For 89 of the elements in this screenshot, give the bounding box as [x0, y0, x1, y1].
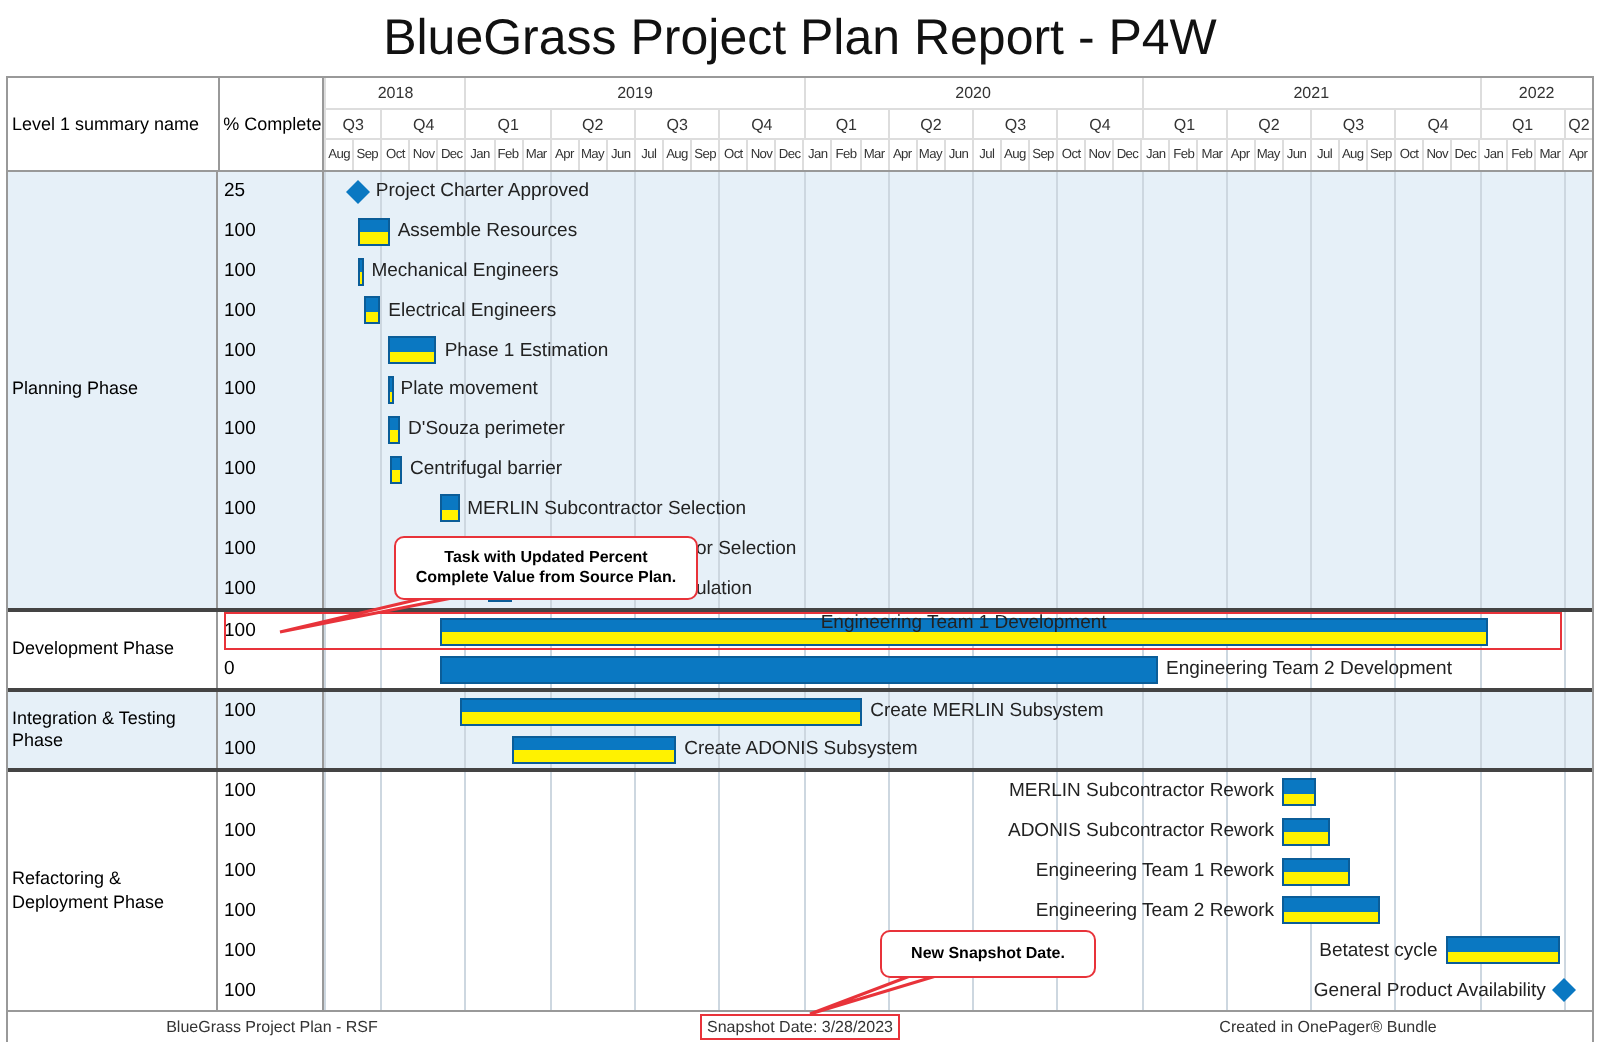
milestone-diamond-icon — [1551, 978, 1576, 1003]
phase-name: Development Phase — [12, 638, 175, 662]
percent-complete: 100 — [224, 220, 256, 243]
percent-complete: 0 — [224, 658, 235, 680]
percent-complete: 100 — [224, 299, 256, 322]
quarter-label: Q3 — [666, 115, 688, 133]
callout: New Snapshot Date. — [880, 930, 1096, 978]
percent-complete: 100 — [224, 820, 256, 843]
year-label: 2020 — [955, 83, 991, 102]
percent-complete: 100 — [224, 899, 256, 922]
percent-complete: 100 — [224, 378, 256, 401]
task-label: Create ADONIS Subsystem — [684, 736, 918, 764]
quarter-label: Q4 — [751, 115, 773, 133]
progress-stripe — [441, 510, 458, 521]
percent-complete: 100 — [224, 497, 256, 520]
percent-complete: 100 — [224, 780, 256, 803]
task-label: MERLIN Subcontractor Rework — [1009, 778, 1275, 807]
task-label: Engineering Team 2 Rework — [1035, 897, 1275, 926]
footer-text: Snapshot Date: 3/28/2023 — [699, 1014, 901, 1040]
column-header: % Complete — [223, 113, 322, 135]
callout-pointer — [808, 974, 938, 1016]
progress-stripe — [1447, 951, 1559, 963]
percent-complete: 100 — [224, 620, 256, 642]
progress-stripe — [390, 430, 399, 442]
progress-stripe — [1284, 872, 1348, 884]
task-label: Mechanical Engineers — [371, 258, 559, 287]
task-label: General Product Availability — [1313, 977, 1546, 1006]
task-label: Electrical Engineers — [388, 297, 557, 326]
quarter-label: Q1 — [1173, 115, 1196, 133]
percent-complete: 100 — [224, 418, 256, 441]
quarter-label: Q2 — [582, 115, 604, 133]
progress-stripe — [392, 470, 401, 482]
task-label: ulation — [696, 575, 752, 604]
task-label: Plate movement — [400, 376, 538, 405]
quarter-label: Q4 — [413, 115, 435, 133]
phase-name: Planning Phase — [12, 378, 139, 402]
quarter-label: Q3 — [1004, 115, 1027, 133]
task-label: Create MERLIN Subsystem — [870, 698, 1104, 726]
phase-name: Refactoring & Deployment Phase — [12, 868, 167, 914]
year-label: 2018 — [377, 83, 414, 102]
progress-stripe — [1284, 793, 1314, 804]
progress-stripe — [1284, 912, 1379, 923]
year-label: 2021 — [1293, 83, 1330, 102]
column-header: Level 1 summary name — [12, 114, 200, 134]
progress-stripe — [365, 311, 379, 323]
quarter-label: Q2 — [920, 115, 942, 133]
quarter-label: Q1 — [1511, 115, 1534, 133]
task-label: Phase 1 Estimation — [444, 337, 609, 366]
task-label: Project Charter Approved — [375, 178, 590, 207]
percent-complete: 100 — [224, 738, 256, 760]
milestone-diamond-icon — [345, 179, 370, 204]
task-label: Engineering Team 1 Rework — [1035, 858, 1275, 887]
footer-text: BlueGrass Project Plan - RSF — [164, 1016, 380, 1038]
quarter-label: Q2 — [1568, 115, 1590, 133]
percent-complete: 100 — [224, 537, 256, 560]
year-label: 2019 — [617, 83, 653, 102]
quarter-label: Q1 — [497, 115, 519, 133]
percent-complete: 100 — [224, 860, 256, 883]
quarter-label: Q3 — [342, 115, 364, 133]
progress-stripe — [390, 351, 435, 363]
task-label: Engineering Team 1 Development — [820, 614, 1107, 634]
year-label: 2022 — [1518, 83, 1555, 102]
percent-complete: 100 — [224, 979, 256, 1002]
report-title: BlueGrass Project Plan Report - P4W — [381, 7, 1219, 69]
task-label: Assemble Resources — [397, 218, 578, 247]
quarter-label: Q4 — [1089, 115, 1111, 133]
task-label: MERLIN Subcontractor Selection — [467, 495, 747, 524]
percent-complete: 100 — [224, 577, 256, 600]
footer-text: Created in OnePager® Bundle — [1217, 1016, 1439, 1038]
phase-name: Integration & Testing Phase — [12, 707, 178, 753]
task-label: D'Souza perimeter — [408, 416, 565, 445]
quarter-label: Q3 — [1342, 115, 1365, 133]
percent-complete: 100 — [224, 339, 256, 362]
quarter-label: Q2 — [1258, 115, 1280, 133]
percent-complete: 100 — [224, 458, 256, 481]
progress-stripe — [390, 391, 393, 402]
task-label: Engineering Team 2 Development — [1166, 656, 1452, 684]
percent-complete: 100 — [224, 260, 256, 283]
percent-complete: 100 — [224, 939, 256, 962]
progress-stripe — [359, 232, 388, 244]
task-label: Centrifugal barrier — [410, 456, 563, 485]
quarter-label: Q1 — [835, 115, 857, 133]
progress-stripe — [1284, 832, 1328, 844]
quarter-label: Q4 — [1427, 115, 1449, 133]
task-label: Betatest cycle — [1319, 937, 1438, 966]
percent-complete: 100 — [224, 700, 256, 722]
task-label: ADONIS Subcontractor Rework — [1007, 818, 1275, 847]
percent-complete: 25 — [224, 180, 246, 203]
progress-stripe — [359, 272, 362, 284]
